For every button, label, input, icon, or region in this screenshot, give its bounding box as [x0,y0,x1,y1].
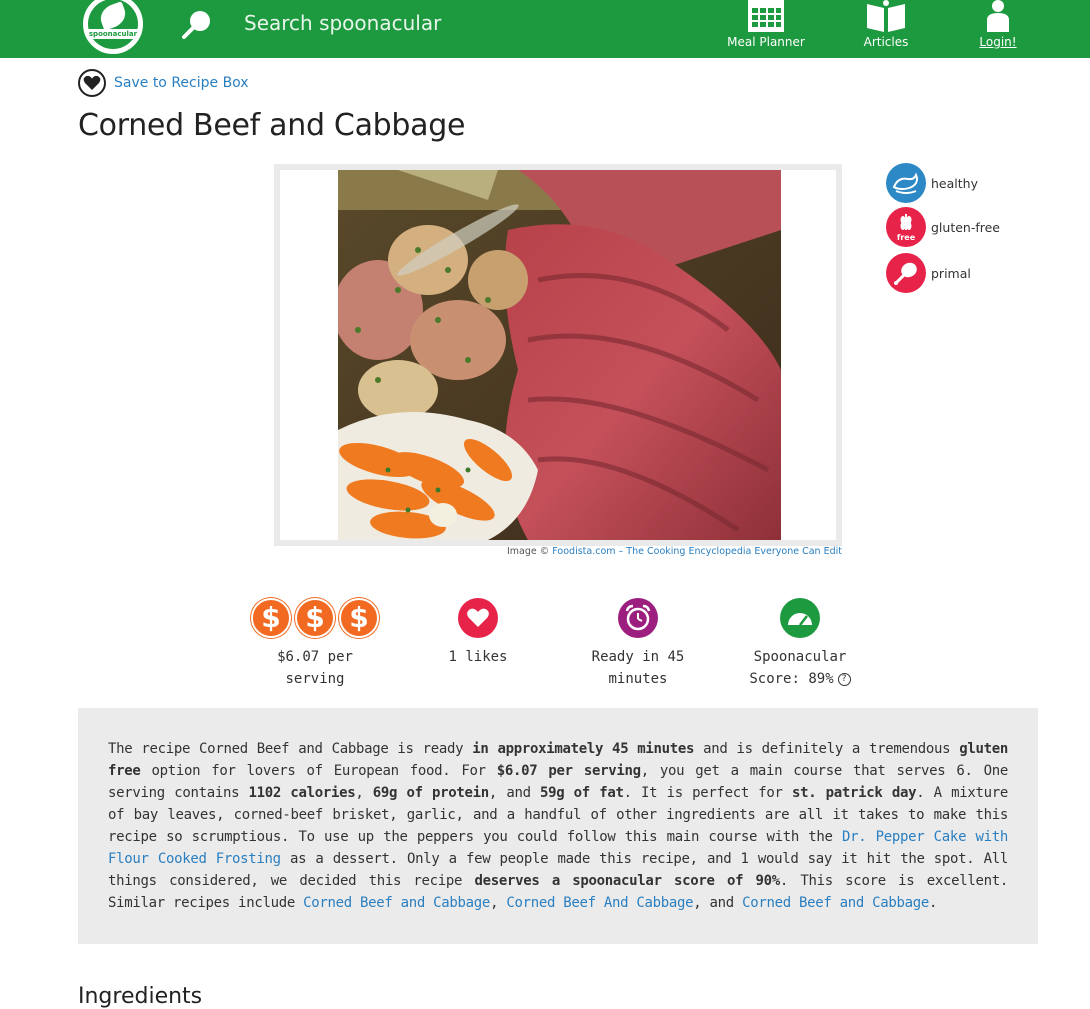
top-nav-bar: spoonacular Meal Planner Articles [0,0,1090,58]
help-icon[interactable]: ? [837,673,851,686]
recipe-image[interactable] [338,170,781,540]
ready-in-time: Ready in 45 minutes [591,649,685,687]
recipe-summary: The recipe Corned Beef and Cabbage is re… [78,708,1038,944]
diet-label-gluten-free: gluten-free [931,219,1001,235]
nav-articles[interactable]: Articles [856,0,916,58]
save-to-recipe-box-button[interactable]: Save to Recipe Box [78,67,249,99]
heart-icon [458,598,498,638]
leaf-icon [97,1,129,31]
recipe-title: Corned Beef and Cabbage [78,108,466,143]
whale-icon [886,163,926,203]
calendar-icon [748,0,784,32]
dollar-coin-icon: $ [251,598,291,638]
heart-icon [78,69,106,97]
nav-login[interactable]: Login! [972,0,1024,58]
similar-recipe-link[interactable]: Corned Beef And Cabbage [506,895,693,911]
free-badge-text: free [897,233,916,242]
score-value-row: Score: 89%? [736,668,864,690]
spoonacular-logo[interactable]: spoonacular [83,0,143,54]
drumstick-icon [886,253,926,293]
stat-likes[interactable]: 1 likes [418,598,538,668]
stat-price: $ $ $ $6.07 per serving [244,598,386,690]
corned-beef-photo [338,170,781,540]
price-per-serving: $6.07 per serving [277,649,353,687]
diet-badge-healthy[interactable]: healthy [886,163,978,203]
nav-meal-planner[interactable]: Meal Planner [724,0,808,58]
recipe-image-mat [280,170,836,540]
nav-meal-planner-label: Meal Planner [727,35,805,49]
stat-score: Spoonacular Score: 89%? [736,598,864,690]
logo-text: spoonacular [88,30,138,38]
gauge-icon [780,598,820,638]
image-credit: Image © Foodista.com – The Cooking Encyc… [507,546,842,557]
diet-badge-primal[interactable]: primal [886,253,971,293]
stat-ready-time: Ready in 45 minutes [558,598,718,690]
recipe-image-frame [274,164,842,546]
dollar-coin-icon: $ [295,598,335,638]
similar-recipe-link[interactable]: Corned Beef and Cabbage [303,895,490,911]
similar-recipe-link[interactable]: Corned Beef and Cabbage [742,895,929,911]
search-icon[interactable] [181,8,215,40]
score-value: Score: 89% [749,671,834,687]
diet-badge-gluten-free[interactable]: free gluten-free [886,207,1000,247]
score-label: Spoonacular [753,649,847,665]
wheat-free-icon: free [886,207,926,247]
summary-paragraph: The recipe Corned Beef and Cabbage is re… [108,741,1009,911]
save-label: Save to Recipe Box [114,75,249,91]
diet-label-primal: primal [931,265,971,281]
user-icon [987,0,1009,32]
image-credit-prefix: Image © [506,546,550,557]
dollar-coin-icon: $ [339,598,379,638]
search-input[interactable] [232,6,676,40]
diet-label-healthy: healthy [931,175,978,191]
alarm-clock-icon [618,598,658,638]
nav-login-label: Login! [979,35,1017,49]
nav-articles-label: Articles [863,35,909,49]
logo-badge: spoonacular [88,0,138,49]
ingredients-heading: Ingredients [78,984,203,1009]
likes-count: 1 likes [448,649,508,665]
image-credit-link[interactable]: Foodista.com – The Cooking Encyclopedia … [552,546,842,557]
book-icon [867,0,905,32]
price-coins: $ $ $ [244,598,386,638]
